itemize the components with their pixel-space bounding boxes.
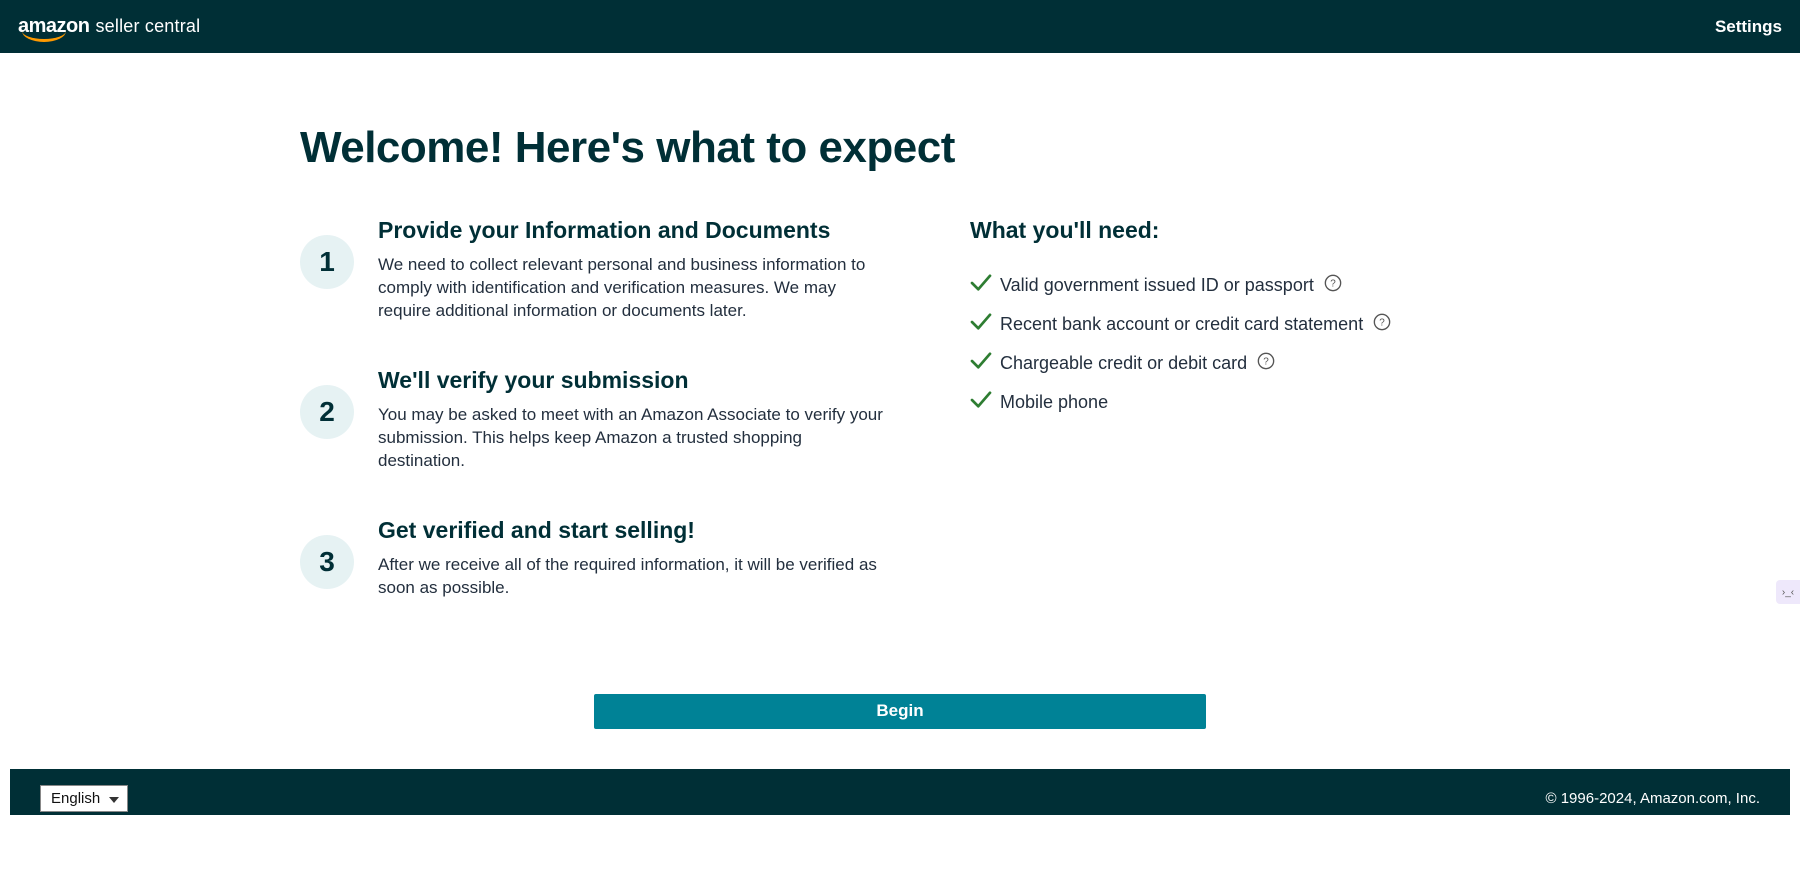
- steps-column: 1 Provide your Information and Documents…: [300, 217, 890, 644]
- help-icon[interactable]: ?: [1257, 352, 1275, 375]
- requirements-column: What you'll need: Valid government issue…: [970, 217, 1500, 644]
- step-number-badge: 1: [300, 235, 354, 289]
- step-title: Provide your Information and Documents: [378, 217, 890, 244]
- requirements-title: What you'll need:: [970, 217, 1500, 244]
- step-number-badge: 3: [300, 535, 354, 589]
- step-3: 3 Get verified and start selling! After …: [300, 517, 890, 600]
- two-column-layout: 1 Provide your Information and Documents…: [300, 217, 1500, 644]
- step-title: We'll verify your submission: [378, 367, 890, 394]
- requirement-item: Mobile phone: [970, 391, 1500, 414]
- language-selector[interactable]: English: [40, 785, 128, 812]
- step-description: After we receive all of the required inf…: [378, 554, 890, 600]
- footer: English © 1996-2024, Amazon.com, Inc.: [10, 769, 1790, 815]
- help-icon[interactable]: ?: [1324, 274, 1342, 297]
- requirement-item: Valid government issued ID or passport ?: [970, 274, 1500, 297]
- amazon-seller-central-logo: amazon seller central: [18, 15, 200, 38]
- requirement-label: Recent bank account or credit card state…: [1000, 314, 1363, 335]
- checkmark-icon: [970, 274, 992, 297]
- svg-text:?: ?: [1379, 318, 1385, 329]
- checkmark-icon: [970, 352, 992, 375]
- settings-link[interactable]: Settings: [1715, 17, 1782, 37]
- checkmark-icon: [970, 391, 992, 414]
- requirement-item: Recent bank account or credit card state…: [970, 313, 1500, 336]
- step-description: We need to collect relevant personal and…: [378, 254, 890, 323]
- onboarding-content: Welcome! Here's what to expect 1 Provide…: [280, 53, 1520, 769]
- copyright-text: © 1996-2024, Amazon.com, Inc.: [1545, 790, 1760, 807]
- step-1: 1 Provide your Information and Documents…: [300, 217, 890, 323]
- language-selector-wrap: English: [40, 785, 128, 812]
- step-number-badge: 2: [300, 385, 354, 439]
- feedback-widget-icon[interactable]: ›_‹: [1776, 580, 1800, 604]
- begin-button-row: Begin: [300, 694, 1500, 729]
- step-title: Get verified and start selling!: [378, 517, 890, 544]
- top-nav: amazon seller central Settings: [0, 0, 1800, 53]
- logo-product-text: seller central: [95, 16, 200, 37]
- page-title: Welcome! Here's what to expect: [300, 123, 1500, 173]
- step-description: You may be asked to meet with an Amazon …: [378, 404, 890, 473]
- svg-text:?: ?: [1330, 279, 1336, 290]
- begin-button[interactable]: Begin: [594, 694, 1206, 729]
- requirement-label: Mobile phone: [1000, 392, 1108, 413]
- svg-text:?: ?: [1263, 357, 1269, 368]
- logo-brand-text: amazon: [18, 15, 89, 38]
- checkmark-icon: [970, 313, 992, 336]
- requirement-item: Chargeable credit or debit card ?: [970, 352, 1500, 375]
- requirement-label: Valid government issued ID or passport: [1000, 275, 1314, 296]
- help-icon[interactable]: ?: [1373, 313, 1391, 336]
- requirement-label: Chargeable credit or debit card: [1000, 353, 1247, 374]
- step-2: 2 We'll verify your submission You may b…: [300, 367, 890, 473]
- requirements-list: Valid government issued ID or passport ?…: [970, 274, 1500, 414]
